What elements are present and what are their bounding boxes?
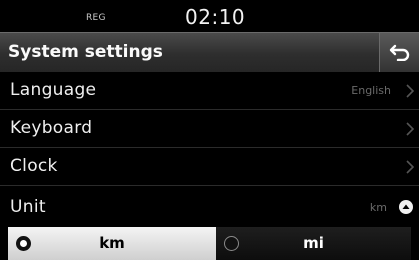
unit-option-km[interactable]: km <box>8 227 216 260</box>
unit-option-mi[interactable]: mi <box>216 227 411 260</box>
unit-value: km <box>369 201 387 214</box>
back-arrow-icon <box>389 44 410 61</box>
chevron-right-icon <box>406 122 415 136</box>
menu-item-label: Language <box>10 80 97 100</box>
page-title: System settings <box>8 42 163 62</box>
status-bar: REG 02:10 <box>0 0 419 32</box>
title-bar: System settings <box>0 32 419 72</box>
menu-item-label: Unit <box>10 197 46 217</box>
status-clock: 02:10 <box>185 5 246 29</box>
caret-up-icon[interactable] <box>399 200 413 214</box>
language-value: English <box>351 84 391 97</box>
unit-options: km mi <box>0 227 419 260</box>
menu-item-unit[interactable]: Unit km <box>0 189 419 227</box>
menu-item-clock[interactable]: Clock <box>0 148 419 186</box>
option-label: mi <box>303 234 324 252</box>
chevron-right-icon <box>406 160 415 174</box>
menu-item-label: Keyboard <box>10 118 93 138</box>
chevron-right-icon <box>406 84 415 98</box>
menu-item-keyboard[interactable]: Keyboard <box>0 110 419 148</box>
option-label: km <box>99 234 125 252</box>
menu-item-language[interactable]: Language English <box>0 72 419 110</box>
back-button[interactable] <box>379 33 419 72</box>
status-mode: REG <box>86 13 106 23</box>
menu-item-label: Clock <box>10 156 58 176</box>
